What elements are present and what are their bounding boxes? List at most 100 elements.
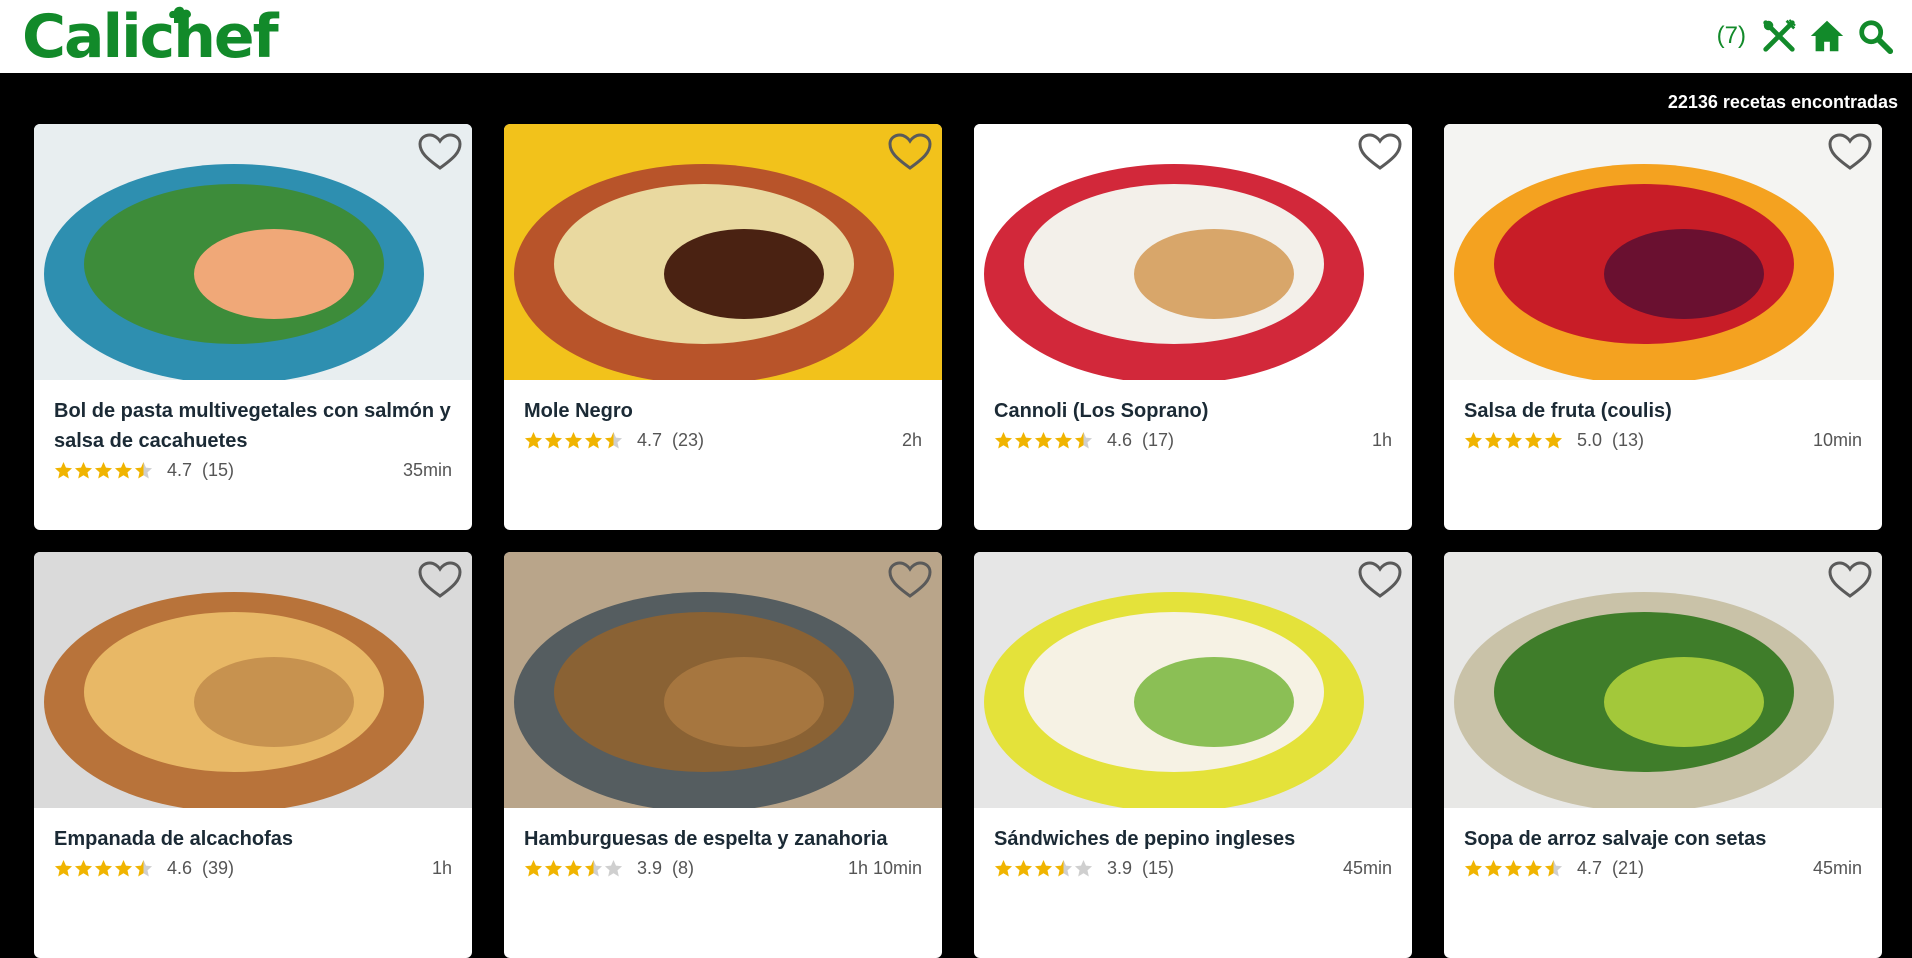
recipe-title[interactable]: Sándwiches de pepino ingleses: [994, 824, 1392, 854]
star-icon: [584, 431, 603, 449]
recipe-image[interactable]: [974, 552, 1412, 808]
top-header: Calichef (7): [0, 0, 1912, 73]
star-icon: [114, 859, 133, 877]
favorite-heart-icon[interactable]: [1826, 560, 1874, 600]
star-rating: [54, 859, 153, 878]
recipe-image[interactable]: [974, 124, 1412, 380]
star-icon: [54, 461, 73, 479]
star-icon: [1054, 431, 1073, 449]
cook-time: 45min: [1342, 858, 1392, 878]
star-icon: [564, 431, 583, 449]
star-icon: [1464, 859, 1483, 877]
recipe-meta: 3.9 (8) 1h 10min: [524, 858, 922, 879]
cook-time: 1h 10min: [847, 858, 922, 878]
recipe-image[interactable]: [34, 124, 472, 380]
star-icon: [134, 461, 153, 479]
rating-value: 4.6: [167, 858, 193, 878]
rating-value: 3.9: [1107, 858, 1133, 878]
rating-value: 4.7: [637, 430, 663, 450]
recipe-card[interactable]: Cannoli (Los Soprano) 4.6 (17) 1h: [974, 124, 1412, 530]
recipe-card[interactable]: Hamburguesas de espelta y zanahoria 3.9 (8…: [504, 552, 942, 958]
review-count: (15): [202, 460, 235, 480]
recipe-title[interactable]: Empanada de alcachofas: [54, 824, 452, 854]
header-actions: (7): [1717, 16, 1894, 56]
star-icon: [524, 859, 543, 877]
recipe-title[interactable]: Salsa de fruta (coulis): [1464, 396, 1862, 426]
chef-hat-icon: [169, 6, 191, 23]
recipe-title[interactable]: Hamburguesas de espelta y zanahoria: [524, 824, 922, 854]
star-icon: [1074, 431, 1093, 449]
recipe-title[interactable]: Sopa de arroz salvaje con setas: [1464, 824, 1862, 854]
rating-value: 3.9: [637, 858, 663, 878]
favorite-heart-icon[interactable]: [416, 132, 464, 172]
star-icon: [604, 859, 623, 877]
rating-value: 4.7: [1577, 858, 1603, 878]
rating-value: 4.6: [1107, 430, 1133, 450]
star-rating: [994, 431, 1093, 450]
star-icon: [994, 431, 1013, 449]
results-count: 22136 recetas encontradas: [1667, 92, 1898, 112]
cook-time: 10min: [1812, 430, 1862, 450]
cook-time: 1h: [431, 858, 452, 878]
star-rating: [994, 859, 1093, 878]
logo-text: Calichef: [22, 2, 279, 72]
review-count: (39): [202, 858, 235, 878]
star-icon: [1524, 431, 1543, 449]
star-icon: [1034, 431, 1053, 449]
star-icon: [584, 859, 603, 877]
utensils-icon[interactable]: [1760, 17, 1798, 55]
star-icon: [94, 461, 113, 479]
recipe-title[interactable]: Mole Negro: [524, 396, 922, 426]
star-icon: [54, 859, 73, 877]
recipe-image[interactable]: [504, 124, 942, 380]
star-icon: [1544, 431, 1563, 449]
star-rating: [524, 859, 623, 878]
review-count: (8): [672, 858, 695, 878]
recipe-title[interactable]: Bol de pasta multivegetales con salmón y…: [54, 396, 452, 456]
star-icon: [1014, 431, 1033, 449]
home-icon[interactable]: [1808, 17, 1846, 55]
star-icon: [74, 461, 93, 479]
star-icon: [134, 859, 153, 877]
recipe-meta: 4.6 (17) 1h: [994, 430, 1392, 451]
cook-time: 45min: [1812, 858, 1862, 878]
recipe-image[interactable]: [34, 552, 472, 808]
star-icon: [1484, 431, 1503, 449]
recipe-card[interactable]: Sopa de arroz salvaje con setas 4.7 (21) 45…: [1444, 552, 1882, 958]
star-rating: [1464, 859, 1563, 878]
favorite-heart-icon[interactable]: [1356, 560, 1404, 600]
star-icon: [1544, 859, 1563, 877]
favorite-heart-icon[interactable]: [416, 560, 464, 600]
review-count: (23): [672, 430, 705, 450]
recipe-card[interactable]: Sándwiches de pepino ingleses 3.9 (15) 45mi…: [974, 552, 1412, 958]
recipe-card[interactable]: Salsa de fruta (coulis) 5.0 (13) 10min: [1444, 124, 1882, 530]
recipe-info: Sándwiches de pepino ingleses 3.9 (15) 45mi…: [974, 808, 1412, 958]
cook-time: 35min: [402, 460, 452, 480]
recipe-image[interactable]: [1444, 552, 1882, 808]
recipe-info: Hamburguesas de espelta y zanahoria 3.9 (8…: [504, 808, 942, 958]
star-icon: [544, 431, 563, 449]
favorite-heart-icon[interactable]: [1356, 132, 1404, 172]
review-count: (15): [1142, 858, 1175, 878]
favorite-heart-icon[interactable]: [886, 132, 934, 172]
recipe-title[interactable]: Cannoli (Los Soprano): [994, 396, 1392, 426]
recipe-image[interactable]: [504, 552, 942, 808]
recipe-grid: Bol de pasta multivegetales con salmón y…: [34, 124, 1882, 958]
recipe-card[interactable]: Empanada de alcachofas 4.6 (39) 1h: [34, 552, 472, 958]
favorite-heart-icon[interactable]: [886, 560, 934, 600]
star-icon: [994, 859, 1013, 877]
calichef-logo[interactable]: Calichef: [22, 2, 279, 72]
recipe-info: Bol de pasta multivegetales con salmón y…: [34, 380, 472, 530]
recipe-card[interactable]: Mole Negro 4.7 (23) 2h: [504, 124, 942, 530]
recipe-info: Cannoli (Los Soprano) 4.6 (17) 1h: [974, 380, 1412, 530]
selected-count[interactable]: (7): [1717, 22, 1746, 50]
review-count: (21): [1612, 858, 1645, 878]
star-icon: [1464, 431, 1483, 449]
search-icon[interactable]: [1856, 17, 1894, 55]
favorite-heart-icon[interactable]: [1826, 132, 1874, 172]
cook-time: 1h: [1371, 430, 1392, 450]
recipe-card[interactable]: Bol de pasta multivegetales con salmón y…: [34, 124, 472, 530]
recipe-image[interactable]: [1444, 124, 1882, 380]
recipe-meta: 5.0 (13) 10min: [1464, 430, 1862, 451]
recipe-meta: 4.7 (15) 35min: [54, 460, 452, 481]
